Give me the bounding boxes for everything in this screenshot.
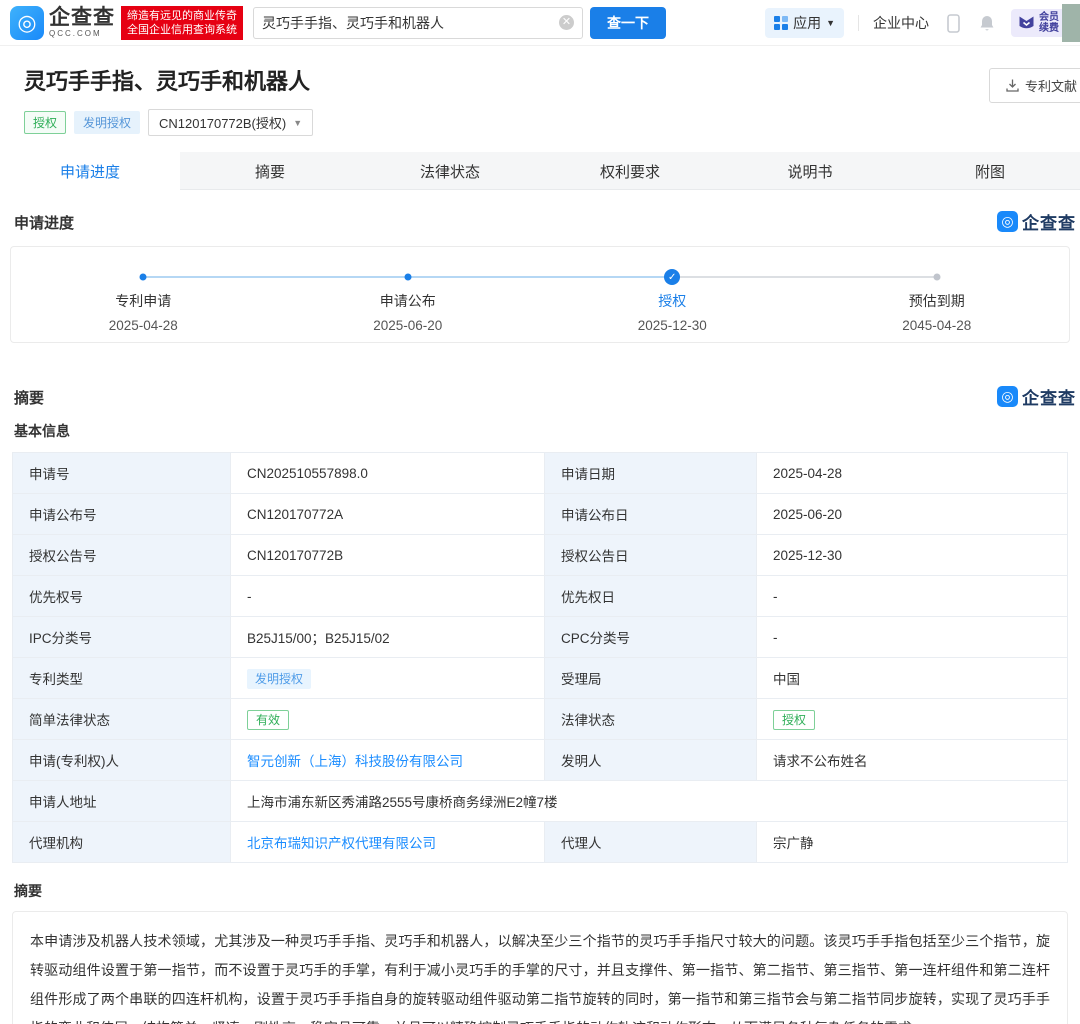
patent-document-button[interactable]: 专利文献 [988,68,1080,103]
download-icon [1006,79,1019,92]
basic-info-table: 申请号 CN202510557898.0 申请日期 2025-04-28 申请公… [12,452,1068,863]
qcc-logo[interactable]: ◎ 企查查 QCC.COM [10,5,115,40]
timeline-step: 申请公布 2025-06-20 [373,293,443,333]
clear-search-icon[interactable]: ✕ [559,15,574,30]
applicant-company-link[interactable]: 智元创新（上海）科技股份有限公司 [247,754,463,769]
timeline-step: 授权 2025-12-30 [637,293,707,333]
table-row: 代理机构 北京布瑞知识产权代理有限公司 代理人 宗广静 [12,821,1068,863]
table-row: 申请(专利权)人 智元创新（上海）科技股份有限公司 发明人 请求不公布姓名 [12,739,1068,781]
timeline-dot-done [139,273,147,281]
table-row: 申请公布号 CN120170772A 申请公布日 2025-06-20 [12,493,1068,535]
header-actions: 应用 ▼ 企业中心 会员 续费 [765,0,1066,46]
patent-number-dropdown[interactable]: CN120170772B(授权) ▼ [148,109,314,136]
patent-title-block: 灵巧手手指、灵巧手和机器人 授权 发明授权 CN120170772B(授权) ▼… [0,46,1080,136]
timeline-connector [672,276,937,278]
brand-slogan: 缔造有远见的商业传奇 全国企业信用查询系统 [121,5,243,40]
progress-timeline: ✓ 专利申请 2025-04-28 申请公布 2025-06-20 授权 202… [10,246,1070,343]
basic-info-title: 基本信息 [14,423,70,439]
tab-specification[interactable]: 说明书 [720,152,900,190]
apps-menu[interactable]: 应用 ▼ [765,8,844,38]
search-button[interactable]: 查一下 [590,6,666,39]
timeline-step: 专利申请 2025-04-28 [108,293,178,333]
patent-type-tag: 发明授权 [74,111,141,134]
table-row: 申请人地址 上海市浦东新区秀浦路2555号康桥商务绿洲E2幢7楼 [12,780,1068,822]
qcc-logo-icon: ◎ [10,5,44,40]
member-renew-button[interactable]: 会员 续费 [1011,9,1066,37]
grant-status-tag: 授权 [24,111,67,134]
abstract-title: 摘要 [14,883,42,899]
qcc-watermark: ◎ 企查查 [997,209,1076,234]
table-row: 申请号 CN202510557898.0 申请日期 2025-04-28 [12,452,1068,494]
logo-text: 企查查 [49,6,115,29]
summary-section-title: 摘要 [14,390,45,407]
table-row: IPC分类号 B25J15/00；B25J15/02 CPC分类号 - [12,616,1068,658]
legal-status-tag: 授权 [773,709,816,730]
chevron-down-icon: ▼ [293,117,303,128]
detail-tabs: 申请进度 摘要 法律状态 权利要求 说明书 附图 [0,152,1080,190]
page-title: 灵巧手手指、灵巧手和机器人 [24,69,311,94]
divider [858,15,859,31]
notification-bell-icon[interactable] [977,13,997,33]
agency-company-link[interactable]: 北京布瑞知识产权代理有限公司 [247,836,436,851]
table-row: 专利类型 发明授权 受理局 中国 [12,657,1068,699]
page-edge-artifact [1062,4,1080,42]
tab-legal-status[interactable]: 法律状态 [360,152,540,190]
apps-label: 应用 [793,15,822,31]
progress-section-title: 申请进度 [14,215,75,232]
table-row: 简单法律状态 有效 法律状态 授权 [12,698,1068,740]
applicant-address: 上海市浦东新区秀浦路2555号康桥商务绿洲E2幢7楼 [230,780,1068,822]
timeline-dot-current: ✓ [664,269,681,285]
top-navigation-bar: ◎ 企查查 QCC.COM 缔造有远见的商业传奇 全国企业信用查询系统 ✕ 查一… [0,0,1080,46]
qcc-watermark-icon: ◎ [997,386,1018,407]
apps-grid-icon [774,16,789,30]
timeline-connector [143,276,408,278]
enterprise-center-link[interactable]: 企业中心 [873,13,929,33]
tab-abstract[interactable]: 摘要 [180,152,360,190]
member-crown-icon [1019,16,1034,29]
qcc-watermark: ◎ 企查查 [997,384,1076,409]
abstract-text: 本申请涉及机器人技术领域，尤其涉及一种灵巧手手指、灵巧手和机器人，以解决至少三个… [12,911,1068,1024]
qcc-watermark-icon: ◎ [997,211,1018,232]
table-row: 授权公告号 CN120170772B 授权公告日 2025-12-30 [12,534,1068,576]
search-box: ✕ [253,6,583,39]
search-input[interactable] [262,14,559,31]
chevron-down-icon: ▼ [826,18,835,28]
tab-application-progress[interactable]: 申请进度 [0,152,180,190]
tab-claims[interactable]: 权利要求 [540,152,720,190]
timeline-step: 预估到期 2045-04-28 [902,293,972,333]
table-row: 优先权号 - 优先权日 - [12,575,1068,617]
timeline-connector [407,276,673,278]
validity-status-tag: 有效 [247,709,290,730]
search-area: ✕ 查一下 [253,6,666,39]
timeline-dot-future [933,273,941,281]
mobile-app-icon[interactable] [943,13,963,33]
logo-subtext: QCC.COM [49,29,102,38]
timeline-dot-done [404,273,412,281]
tab-figures[interactable]: 附图 [900,152,1080,190]
patent-type-tag: 发明授权 [247,668,312,689]
